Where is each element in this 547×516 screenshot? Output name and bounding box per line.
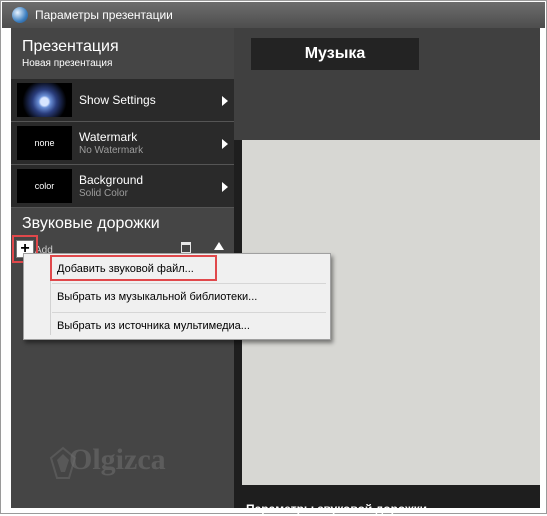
menu-item-media-source[interactable]: Выбрать из источника мультимедиа... <box>57 320 250 332</box>
tab-strip: Музыка <box>234 28 540 140</box>
presentation-name: Новая презентация <box>22 58 113 69</box>
tracks-heading: Звуковые дорожки <box>22 215 160 232</box>
trash-icon[interactable] <box>181 242 191 253</box>
up-arrow-icon[interactable] <box>214 242 224 250</box>
show-settings-thumbnail <box>17 83 72 117</box>
background-label: Background <box>79 173 144 187</box>
chevron-right-icon <box>222 139 228 149</box>
menu-separator <box>52 312 326 313</box>
screenshot-frame: Параметры презентации Презентация Новая … <box>0 0 547 516</box>
title-bar[interactable]: Параметры презентации <box>2 2 545 28</box>
chevron-right-icon <box>222 182 228 192</box>
watermark-label: Watermark <box>79 130 138 144</box>
watermark-thumbnail: none <box>17 126 72 160</box>
show-settings-label: Show Settings <box>79 93 156 107</box>
sidebar-item-watermark[interactable]: none Watermark No Watermark <box>11 122 234 165</box>
presentation-heading: Презентация <box>22 38 119 55</box>
background-thumbnail: color <box>17 169 72 203</box>
watermark-text: Olgizca <box>69 443 166 476</box>
watermark-value: No Watermark <box>79 145 144 156</box>
menu-item-music-library[interactable]: Выбрать из музыкальной библиотеки... <box>57 291 257 303</box>
app-icon <box>12 7 28 23</box>
sidebar-item-show-settings[interactable]: Show Settings <box>11 79 234 122</box>
menu-separator <box>52 283 326 284</box>
chevron-right-icon <box>222 96 228 106</box>
background-value: Solid Color <box>79 188 128 199</box>
tab-music[interactable]: Музыка <box>251 38 419 70</box>
sidebar-item-background[interactable]: color Background Solid Color <box>11 165 234 208</box>
menu-item-highlight <box>50 255 217 281</box>
window-title: Параметры презентации <box>35 8 173 22</box>
